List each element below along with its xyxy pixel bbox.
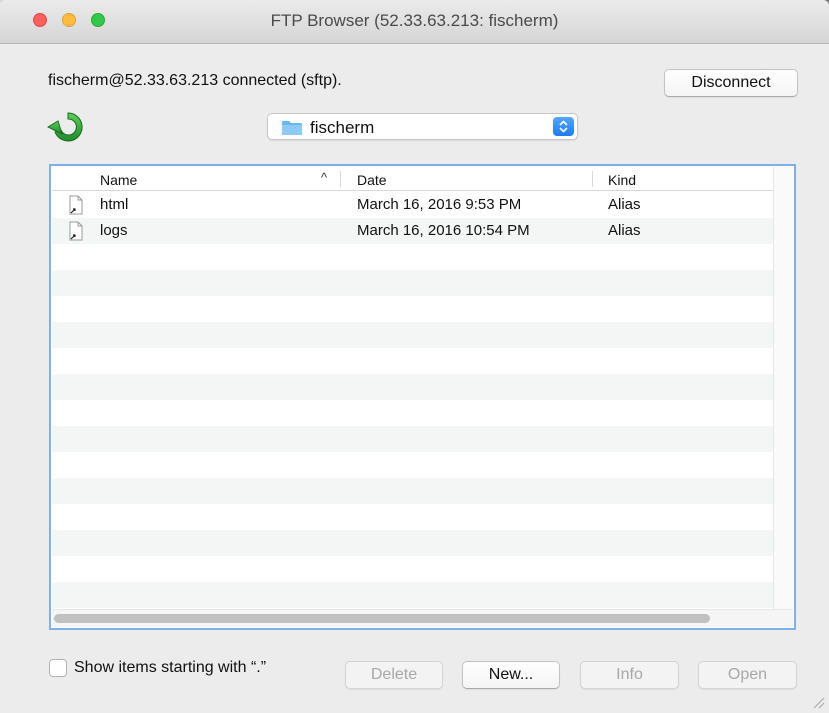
empty-row bbox=[52, 400, 774, 426]
empty-row bbox=[52, 504, 774, 530]
file-rows: html March 16, 2016 9:53 PM Alias logs M… bbox=[52, 192, 774, 608]
open-button[interactable]: Open bbox=[698, 661, 797, 689]
empty-row bbox=[52, 374, 774, 400]
connection-status: fischerm@52.33.63.213 connected (sftp). bbox=[48, 72, 342, 89]
empty-row bbox=[52, 478, 774, 504]
column-header-name[interactable]: Name bbox=[100, 172, 137, 188]
table-row[interactable]: logs March 16, 2016 10:54 PM Alias bbox=[52, 218, 774, 244]
empty-row bbox=[52, 530, 774, 556]
new-button[interactable]: New... bbox=[462, 661, 560, 689]
window-title: FTP Browser (52.33.63.213: fischerm) bbox=[270, 11, 559, 30]
show-hidden-checkbox[interactable] bbox=[49, 659, 67, 677]
disconnect-button[interactable]: Disconnect bbox=[664, 69, 798, 97]
delete-button[interactable]: Delete bbox=[345, 661, 443, 689]
title-bar[interactable]: FTP Browser (52.33.63.213: fischerm) bbox=[0, 0, 829, 44]
file-name: html bbox=[100, 196, 129, 213]
alias-file-icon bbox=[69, 221, 83, 241]
column-separator[interactable] bbox=[592, 171, 593, 187]
file-kind: Alias bbox=[608, 222, 641, 239]
empty-row bbox=[52, 296, 774, 322]
file-list[interactable]: Name ^ Date Kind html March 16, 2016 9:5… bbox=[49, 164, 796, 630]
empty-row bbox=[52, 452, 774, 478]
file-date: March 16, 2016 9:53 PM bbox=[357, 196, 522, 213]
empty-row bbox=[52, 426, 774, 452]
empty-row bbox=[52, 556, 774, 582]
current-folder-label: fischerm bbox=[310, 118, 375, 137]
table-row[interactable]: html March 16, 2016 9:53 PM Alias bbox=[52, 192, 774, 218]
file-date: March 16, 2016 10:54 PM bbox=[357, 222, 530, 239]
info-button[interactable]: Info bbox=[580, 661, 679, 689]
folder-icon bbox=[282, 121, 302, 135]
resize-grip-icon[interactable] bbox=[809, 693, 825, 709]
file-name: logs bbox=[100, 222, 128, 239]
column-separator[interactable] bbox=[340, 171, 341, 187]
empty-row bbox=[52, 270, 774, 296]
sort-ascending-icon: ^ bbox=[321, 170, 328, 185]
file-list-header: Name ^ Date Kind bbox=[52, 167, 774, 191]
empty-row bbox=[52, 244, 774, 270]
path-popup-button[interactable]: fischerm bbox=[267, 113, 578, 140]
horizontal-scroll-thumb[interactable] bbox=[54, 614, 710, 623]
alias-file-icon bbox=[69, 195, 83, 215]
ftp-browser-window: FTP Browser (52.33.63.213: fischerm) fis… bbox=[0, 0, 829, 713]
show-hidden-label[interactable]: Show items starting with “.” bbox=[74, 659, 266, 677]
vertical-scrollbar[interactable] bbox=[773, 167, 793, 609]
popup-stepper-icon bbox=[553, 117, 574, 136]
empty-row bbox=[52, 582, 774, 608]
empty-row bbox=[52, 322, 774, 348]
column-header-date[interactable]: Date bbox=[357, 172, 387, 188]
file-kind: Alias bbox=[608, 196, 641, 213]
refresh-icon[interactable] bbox=[46, 108, 88, 146]
empty-row bbox=[52, 348, 774, 374]
column-header-kind[interactable]: Kind bbox=[608, 172, 636, 188]
horizontal-scrollbar[interactable] bbox=[52, 609, 793, 627]
